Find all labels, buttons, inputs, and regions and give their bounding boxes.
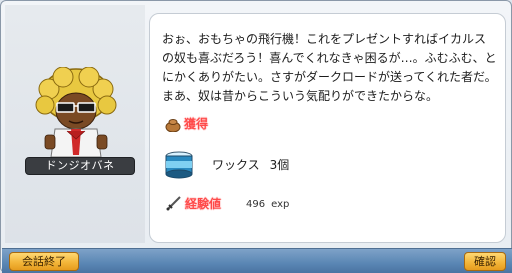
- npc-panel: ドンジオバネ: [5, 5, 145, 243]
- reward-label: 獲得: [184, 117, 209, 131]
- exp-label: 経験値: [185, 197, 222, 211]
- reward-item-name: ワックス: [212, 158, 260, 172]
- confirm-button[interactable]: 確認: [464, 252, 506, 271]
- reward-item-count: 3個: [269, 158, 290, 172]
- bottom-bar: 会話終了 確認: [2, 248, 512, 273]
- end-conversation-button[interactable]: 会話終了: [9, 252, 79, 271]
- npc-portrait: [35, 67, 117, 158]
- npc-name-plate: ドンジオバネ: [25, 157, 135, 175]
- exp-value: 496 exp: [246, 198, 289, 212]
- bag-icon: [165, 119, 181, 132]
- dialog-message: おぉ、おもちゃの飛行機！これをプレゼントすればイカルスの奴も喜ぶだろう！喜んでく…: [162, 32, 497, 103]
- reward-item: ワックス 3個: [212, 157, 289, 173]
- exp-amount: 496: [246, 199, 266, 210]
- dagger-icon: [166, 196, 181, 211]
- npc-dialog-window: ドンジオバネ おぉ、おもちゃの飛行機！これをプレゼントすればイカルスの奴も喜ぶだ…: [0, 0, 512, 273]
- exp-unit: exp: [271, 199, 290, 210]
- dialog-text-panel: おぉ、おもちゃの飛行機！これをプレゼントすればイカルスの奴も喜ぶだろう！喜んでく…: [149, 13, 506, 243]
- wax-can-icon[interactable]: [163, 150, 195, 180]
